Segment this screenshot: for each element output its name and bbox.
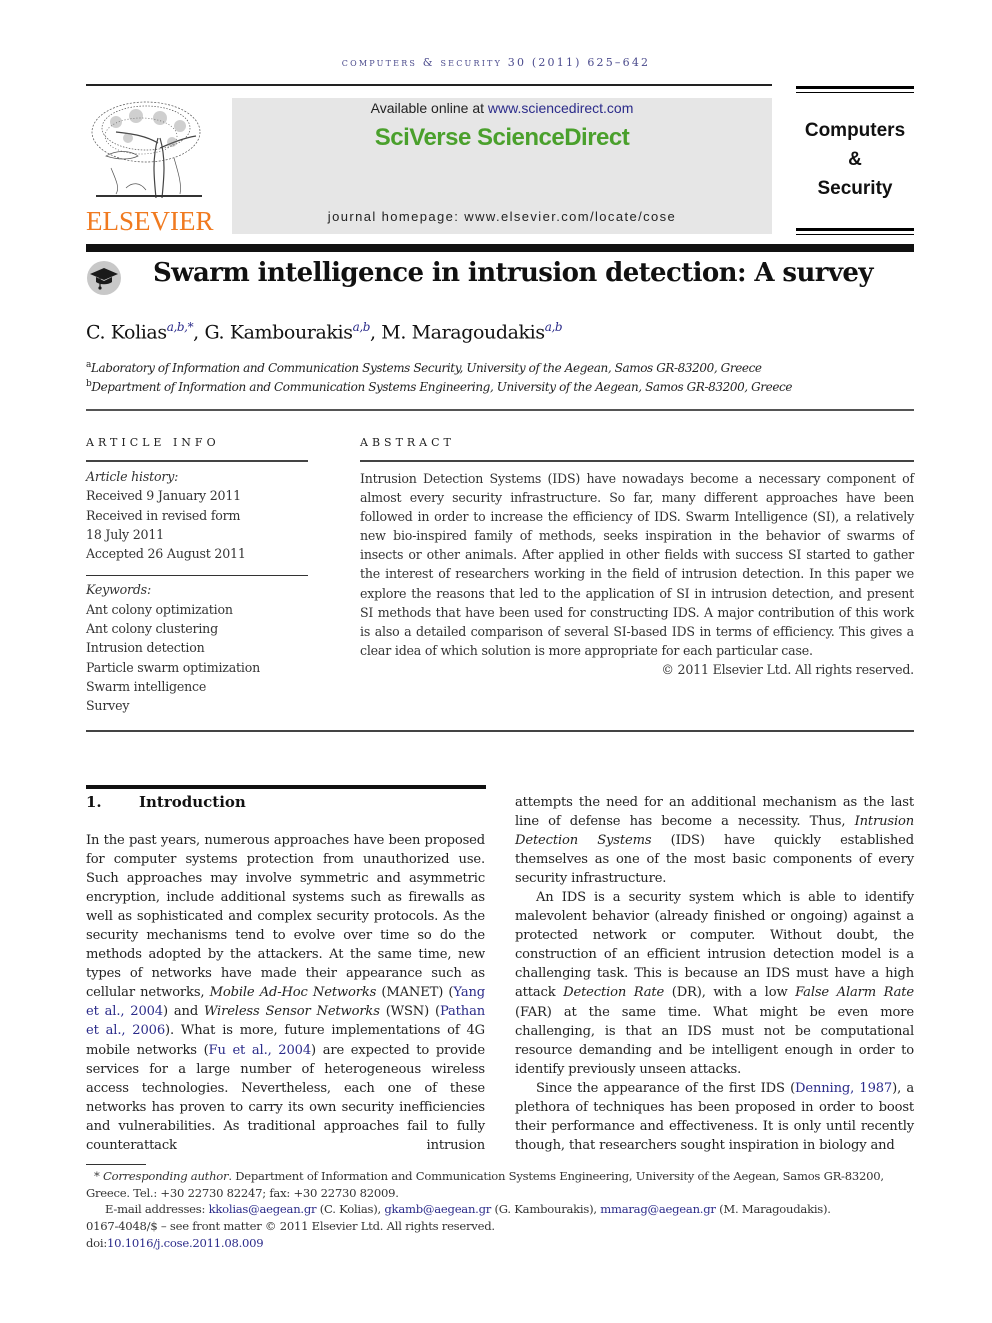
corresponding-author-footnote: * Corresponding author. Department of In… — [86, 1168, 914, 1201]
email-label: E-mail addresses: — [105, 1202, 209, 1216]
intro-paragraph-2: An IDS is a security system which is abl… — [515, 890, 914, 1077]
abstract-copyright: © 2011 Elsevier Ltd. All rights reserved… — [661, 661, 914, 677]
history-line: 18 July 2011 — [86, 526, 164, 542]
sciencedirect-link[interactable]: www.sciencedirect.com — [488, 100, 634, 116]
history-line: Received in revised form — [86, 507, 241, 523]
body-column-right: attempts the need for an additional mech… — [515, 793, 914, 1155]
intro-paragraph-3: Since the appearance of the first IDS (D… — [515, 1080, 914, 1153]
email-link[interactable]: kkolias@aegean.gr — [209, 1202, 317, 1216]
elsevier-tree-icon — [91, 101, 202, 199]
footnote-mark: * — [94, 1169, 100, 1183]
email-link[interactable]: gkamb@aegean.gr — [384, 1202, 491, 1216]
history-line: Accepted 26 August 2011 — [86, 546, 246, 562]
author-name[interactable]: M. Maragoudakis — [381, 321, 545, 343]
affiliation-a: aLaboratory of Information and Communica… — [86, 360, 762, 375]
elsevier-wordmark: ELSEVIER — [86, 206, 214, 236]
sciverse-logo[interactable]: SciVerse ScienceDirect — [232, 124, 772, 152]
abstract-heading: ABSTRACT — [360, 436, 455, 449]
section-number: 1. — [86, 793, 102, 811]
doi-link[interactable]: 10.1016/j.cose.2011.08.009 — [107, 1236, 264, 1250]
citation-link[interactable]: Denning, 1987 — [795, 1081, 892, 1096]
section-rule — [86, 785, 486, 789]
title-rule — [86, 244, 914, 252]
affiliation-text: Laboratory of Information and Communicat… — [90, 361, 762, 375]
section-heading-introduction: 1. Introduction — [86, 793, 246, 811]
keyword: Intrusion detection — [86, 640, 205, 656]
journal-name-line1: Computers — [804, 120, 906, 141]
journal-name-line2: & — [848, 149, 862, 170]
doi-label: doi: — [86, 1236, 108, 1250]
article-title: Swarm intelligence in intrusion detectio… — [153, 258, 873, 288]
brand-top-rule — [796, 86, 914, 93]
abstract-rule — [360, 460, 914, 462]
keyword: Survey — [86, 698, 130, 714]
available-online: Available online at www.sciencedirect.co… — [232, 100, 772, 116]
footnote-rule — [86, 1164, 146, 1165]
body-column-left: In the past years, numerous approaches h… — [86, 831, 485, 1155]
author-separator: , — [193, 321, 205, 344]
front-matter-end-rule — [86, 730, 914, 732]
intro-paragraph-1: In the past years, numerous approaches h… — [86, 833, 486, 1153]
article-info-heading: ARTICLE INFO — [86, 436, 220, 449]
author-separator: , — [370, 321, 382, 344]
journal-brand: Computers & Security — [796, 86, 914, 236]
affiliation-b: bDepartment of Information and Communica… — [86, 379, 792, 394]
article-history: Article history: Received 9 January 2011… — [86, 467, 308, 563]
email-footnote: E-mail addresses: kkolias@aegean.gr (C. … — [105, 1202, 831, 1216]
journal-name-line3: Security — [817, 178, 893, 199]
journal-name: Computers & Security — [796, 116, 914, 203]
article-info: ARTICLE INFO Article history: Received 9… — [86, 436, 308, 716]
history-line: Received 9 January 2011 — [86, 488, 241, 504]
author-affiliation-marks[interactable]: a,b,* — [167, 320, 194, 334]
abstract-text: Intrusion Detection Systems (IDS) have n… — [360, 471, 914, 658]
author-name[interactable]: G. Kambourakis — [204, 321, 353, 343]
intro-paragraph-1-continued: attempts the need for an additional mech… — [515, 795, 914, 887]
brand-bottom-rule — [796, 228, 914, 235]
front-matter-line: 0167-4048/$ – see front matter © 2011 El… — [86, 1219, 495, 1233]
sciencedirect-banner: Available online at www.sciencedirect.co… — [232, 98, 772, 234]
journal-homepage[interactable]: journal homepage: www.elsevier.com/locat… — [232, 209, 772, 224]
article-info-rule — [86, 460, 308, 462]
citation-link[interactable]: Fu et al., 2004 — [209, 1043, 312, 1058]
keyword: Swarm intelligence — [86, 678, 207, 694]
affiliation-rule — [86, 409, 914, 411]
keyword: Particle swarm optimization — [86, 659, 261, 675]
keywords-rule — [86, 575, 308, 577]
author-list: C. Koliasa,b,*, G. Kambourakisa,b, M. Ma… — [86, 320, 563, 344]
elsevier-logo[interactable]: ELSEVIER — [86, 98, 214, 238]
keyword: Ant colony optimization — [86, 601, 233, 617]
email-link[interactable]: mmarag@aegean.gr — [600, 1202, 716, 1216]
header-rule — [86, 84, 772, 86]
affiliation-text: Department of Information and Communicat… — [91, 380, 793, 394]
author-affiliation-marks[interactable]: a,b — [353, 320, 371, 334]
doi-line: doi:10.1016/j.cose.2011.08.009 — [86, 1235, 914, 1252]
section-title: Introduction — [139, 793, 246, 811]
mortarboard-icon[interactable] — [86, 260, 122, 296]
available-online-text: Available online at — [370, 100, 488, 116]
keywords-label: Keywords: — [86, 582, 151, 598]
running-header: computers & security 30 (2011) 625–642 — [341, 56, 651, 69]
corresponding-author-label: Corresponding author — [102, 1169, 229, 1183]
abstract: ABSTRACT Intrusion Detection Systems (ID… — [360, 436, 914, 679]
author-affiliation-marks[interactable]: a,b — [545, 320, 563, 334]
keywords: Keywords: Ant colony optimization Ant co… — [86, 580, 308, 715]
author-name[interactable]: C. Kolias — [86, 321, 167, 343]
history-label: Article history: — [86, 469, 179, 484]
keyword: Ant colony clustering — [86, 621, 218, 637]
